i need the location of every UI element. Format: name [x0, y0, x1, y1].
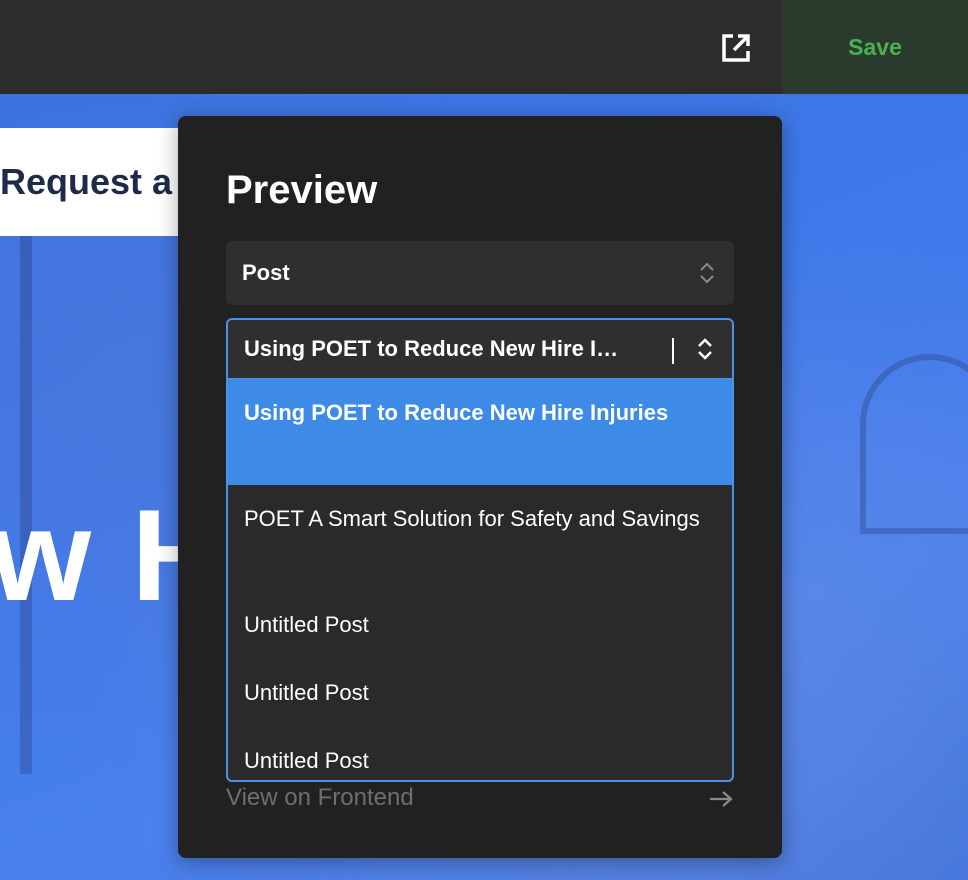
request-button-label: Request a — [0, 161, 173, 202]
chevron-up-down-icon — [694, 336, 716, 362]
dropdown-option[interactable]: Untitled Post — [228, 591, 732, 659]
content-type-select[interactable]: Post — [226, 241, 734, 305]
dropdown-option[interactable]: Untitled Post — [228, 727, 732, 780]
post-select[interactable]: Using POET to Reduce New Hire I… — [226, 318, 734, 380]
dropdown-option[interactable]: Using POET to Reduce New Hire Injuries — [228, 379, 732, 485]
content-type-value: Post — [242, 260, 290, 285]
view-on-frontend-link[interactable]: View on Frontend — [226, 780, 734, 816]
chevron-up-down-icon — [696, 260, 718, 286]
view-on-frontend-label: View on Frontend — [226, 784, 414, 811]
dropdown-option[interactable]: Untitled Post — [228, 659, 732, 727]
external-link-icon[interactable] — [716, 28, 756, 68]
save-button[interactable]: Save — [782, 0, 968, 94]
text-caret — [672, 338, 674, 364]
request-button[interactable]: Request a — [0, 128, 190, 236]
preview-panel: Preview Post Using POET to Reduce New Hi… — [178, 116, 782, 858]
arrow-right-icon — [708, 788, 734, 808]
post-dropdown-list: Using POET to Reduce New Hire Injuries P… — [226, 379, 734, 782]
background-decor — [860, 354, 968, 534]
dropdown-option[interactable]: POET A Smart Solution for Safety and Sav… — [228, 485, 732, 591]
top-toolbar: Save — [0, 0, 968, 94]
panel-title: Preview — [226, 168, 378, 212]
post-select-value: Using POET to Reduce New Hire I… — [244, 336, 619, 361]
